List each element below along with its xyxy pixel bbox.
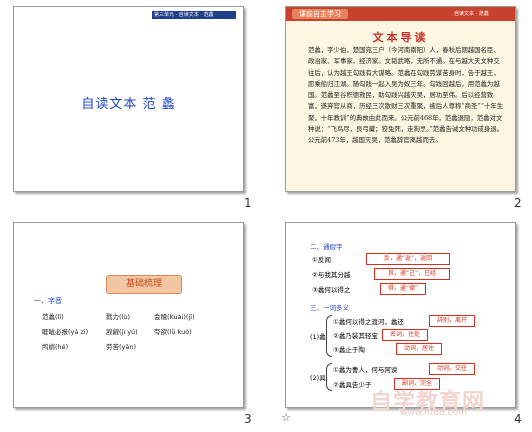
- slide-number: 1: [244, 196, 252, 210]
- answer-box: 辞别，离开: [429, 315, 475, 327]
- slide-number: 2: [514, 196, 522, 210]
- item-label: ①蠡为曹人，何与阿谀: [333, 366, 398, 374]
- item-label: ③蠡何以得之: [312, 286, 351, 294]
- answer-box: 名词，住处: [382, 329, 428, 341]
- section-heading: 三、一词多义: [310, 304, 349, 312]
- item-label: ②蠡乃装其轻宝: [333, 332, 378, 340]
- section-banner: 基础梳理: [106, 275, 182, 294]
- slide-body-text: 范蠡，字少伯，楚国宛三户（今河南南阳）人，春秋后期越国名臣、政治家、军事家、经济…: [308, 46, 504, 145]
- slide-thumbnail-4[interactable]: 二、通假字 ①反闻 反，通“返”，返回 ②与我其分越 其，通“己”，已经 ③蠡何…: [285, 222, 516, 408]
- vocab-item: 夸欲(lǜ kuò): [154, 328, 192, 336]
- vocab-item: 劳苦(yān): [106, 343, 137, 351]
- vocab-item: 会稽(Kuài)(jī): [154, 313, 195, 321]
- section-tag: 课前自主学习: [292, 9, 348, 19]
- section-heading: 一、字音: [34, 297, 62, 305]
- slide-header-text: 第三单元 · 自读文本 · 范蠡: [154, 12, 214, 18]
- vocab-item: 觊觎(jì yú): [106, 328, 138, 336]
- slide-thumbnail-3[interactable]: 基础梳理 一、字音 范蠡(lǐ) 戮力(lù) 会稽(Kuài)(jī) 睚眦必…: [13, 222, 244, 408]
- slide-thumbnail-2[interactable]: 课前自主学习 自读文本 · 范蠡 文本导读 范蠡，字少伯，楚国宛三户（今河南南阳…: [285, 6, 516, 192]
- answer-box: 动词，居住: [396, 343, 442, 355]
- group-head: (1)蠡: [310, 333, 326, 341]
- slide-title: 文本导读: [372, 31, 429, 44]
- item-label: ①蠡何以得之渡河，蠡还: [333, 318, 404, 326]
- brace: [326, 363, 332, 391]
- item-label: ②蠡具告少子: [333, 381, 372, 389]
- answer-box: 其，通“己”，已经: [374, 268, 450, 280]
- vocab-item: 鸬鹚(hé): [42, 343, 69, 351]
- slide-header-text: 自读文本 · 范蠡: [454, 11, 489, 17]
- item-label: ②与我其分越: [312, 271, 351, 279]
- section-heading: 二、通假字: [310, 243, 343, 251]
- answer-box: 动词，交往: [429, 363, 475, 375]
- watermark-url: www.ht88.com: [400, 408, 467, 418]
- slide-sorter-view: 第三单元 · 自读文本 · 范蠡 自读文本 范 蠡 1 课前自主学习 自读文本 …: [0, 0, 532, 432]
- answer-box: 得，通“德”: [380, 283, 426, 295]
- slide-thumbnail-1[interactable]: 第三单元 · 自读文本 · 范蠡 自读文本 范 蠡: [13, 6, 244, 192]
- answer-box: 反，通“返”，返回: [366, 253, 450, 265]
- vocab-item: 范蠡(lǐ): [42, 313, 64, 321]
- slide-transition-star-icon[interactable]: ☆: [281, 411, 291, 424]
- brace: [326, 315, 332, 357]
- slide-number: 4: [514, 412, 522, 426]
- slide-title: 自读文本 范 蠡: [81, 97, 176, 112]
- item-label: ①反闻: [312, 256, 331, 264]
- vocab-item: 戮力(lù): [106, 313, 130, 321]
- slide-number: 3: [244, 412, 252, 426]
- item-label: ③蠡止于陶: [333, 346, 365, 354]
- vocab-item: 睚眦必报(yá zì): [42, 328, 89, 336]
- group-head: (2)具: [310, 374, 326, 382]
